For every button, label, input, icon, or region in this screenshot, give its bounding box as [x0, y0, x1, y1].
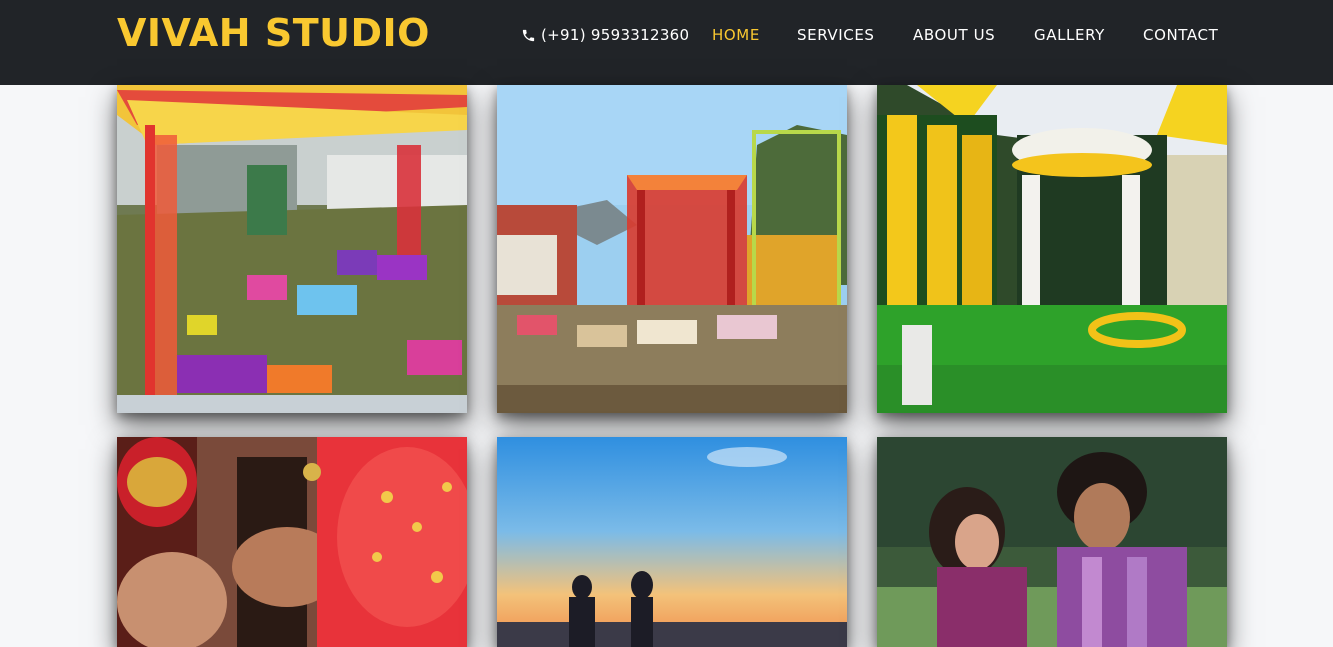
- nav-services[interactable]: SERVICES: [797, 26, 875, 44]
- gallery-image-sunset-couple[interactable]: [497, 437, 847, 647]
- nav-about-us[interactable]: ABOUT US: [913, 26, 995, 44]
- top-navbar: VIVAH STUDIO (+91) 9593312360 HOME SERVI…: [0, 0, 1333, 85]
- header-phone[interactable]: (+91) 9593312360: [521, 26, 689, 44]
- gallery-image-ring-ceremony[interactable]: [117, 437, 467, 647]
- gallery-image-marigold-stage[interactable]: [877, 85, 1227, 413]
- gallery-image-mehendi-lawn[interactable]: [117, 85, 467, 413]
- gallery-image-outdoor-venue[interactable]: [497, 85, 847, 413]
- nav-gallery[interactable]: GALLERY: [1034, 26, 1105, 44]
- gallery-image-couple-portrait[interactable]: [877, 437, 1227, 647]
- brand-logo[interactable]: VIVAH STUDIO: [117, 11, 430, 55]
- phone-number: (+91) 9593312360: [541, 26, 690, 44]
- nav-contact[interactable]: CONTACT: [1143, 26, 1218, 44]
- nav-home[interactable]: HOME: [712, 26, 760, 44]
- phone-icon: [521, 28, 536, 43]
